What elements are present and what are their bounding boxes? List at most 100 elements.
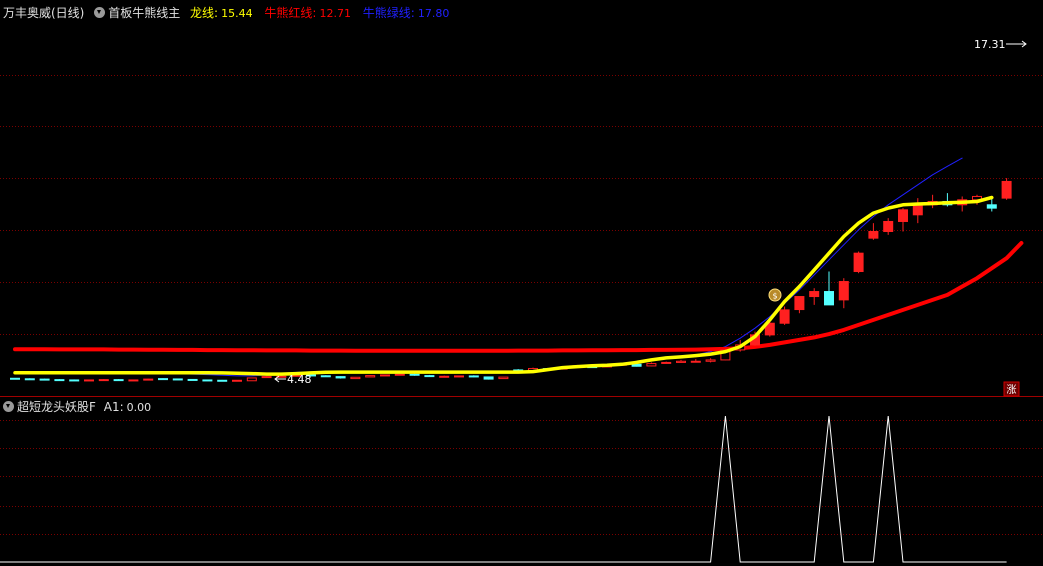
indicator-name[interactable]: 首板牛熊线主 bbox=[108, 6, 180, 20]
candle[interactable] bbox=[883, 218, 894, 235]
candle-body bbox=[128, 379, 139, 382]
candle[interactable] bbox=[158, 378, 168, 381]
candle-body bbox=[158, 378, 168, 381]
stock-name[interactable]: 万丰奥威(日线) bbox=[3, 6, 84, 20]
candle-body bbox=[779, 309, 790, 324]
long-line-value: 15.44 bbox=[221, 7, 253, 20]
candle[interactable] bbox=[809, 288, 820, 305]
candle-body bbox=[187, 378, 198, 381]
candle[interactable] bbox=[794, 296, 805, 314]
candle[interactable] bbox=[927, 194, 938, 209]
red-line-label: 牛熊红线: bbox=[264, 6, 317, 20]
candle[interactable] bbox=[246, 377, 257, 382]
candle[interactable] bbox=[24, 378, 35, 381]
high-price-marker: 17.31 bbox=[974, 38, 1027, 51]
candle[interactable] bbox=[172, 378, 183, 381]
sub-indicator-dropdown-icon[interactable] bbox=[3, 401, 14, 412]
candle[interactable] bbox=[483, 376, 494, 380]
candle[interactable] bbox=[705, 358, 716, 363]
candle[interactable] bbox=[409, 373, 420, 376]
candle[interactable] bbox=[498, 376, 509, 380]
candle[interactable] bbox=[380, 374, 390, 377]
candle-body bbox=[883, 220, 894, 232]
candle-body bbox=[202, 379, 213, 382]
candle[interactable] bbox=[217, 379, 228, 382]
candle[interactable] bbox=[232, 379, 242, 382]
candle[interactable] bbox=[439, 375, 450, 378]
candle-body bbox=[912, 204, 923, 216]
candle[interactable] bbox=[365, 375, 376, 378]
candle[interactable] bbox=[261, 376, 272, 379]
candle[interactable] bbox=[10, 377, 20, 380]
candle[interactable] bbox=[898, 208, 908, 232]
candle[interactable] bbox=[202, 379, 213, 382]
candle-body bbox=[838, 281, 849, 301]
candle[interactable] bbox=[113, 379, 124, 382]
candle[interactable] bbox=[454, 375, 464, 378]
candle-body bbox=[350, 376, 361, 380]
candle-body bbox=[454, 375, 464, 378]
candle[interactable] bbox=[54, 379, 65, 382]
candle[interactable] bbox=[868, 223, 879, 240]
rise-badge[interactable]: 涨 bbox=[1003, 381, 1020, 397]
candle-body bbox=[84, 379, 94, 382]
candle[interactable] bbox=[690, 359, 701, 363]
candle[interactable] bbox=[912, 198, 923, 224]
candle-body bbox=[676, 360, 686, 363]
candle[interactable] bbox=[1001, 178, 1012, 200]
candle-body bbox=[498, 376, 509, 380]
rise-badge-label: 涨 bbox=[1007, 384, 1017, 396]
candle[interactable] bbox=[676, 359, 686, 363]
candle[interactable] bbox=[779, 306, 790, 325]
sub-grid bbox=[0, 420, 1043, 535]
candle[interactable] bbox=[187, 378, 198, 381]
candle-body bbox=[409, 373, 420, 376]
svg-text:$: $ bbox=[772, 292, 777, 301]
candle-body bbox=[261, 376, 272, 379]
long-line-label: 龙线: bbox=[190, 6, 219, 20]
blue-line-label: 牛熊绿线: bbox=[362, 6, 415, 20]
candle-body bbox=[217, 379, 228, 382]
indicator-dropdown-icon[interactable] bbox=[94, 7, 106, 18]
signal-line bbox=[0, 415, 1007, 563]
candle-body bbox=[380, 374, 390, 377]
candle[interactable] bbox=[320, 375, 331, 378]
candle[interactable] bbox=[661, 361, 672, 364]
candle[interactable] bbox=[853, 251, 864, 274]
candle-body bbox=[39, 378, 50, 381]
candle[interactable] bbox=[98, 379, 109, 382]
candle[interactable] bbox=[128, 379, 139, 382]
candle[interactable] bbox=[394, 373, 405, 376]
candle[interactable] bbox=[424, 374, 435, 378]
candle[interactable] bbox=[350, 376, 361, 380]
candle-body bbox=[439, 375, 450, 378]
candle-body bbox=[794, 296, 805, 311]
candle[interactable] bbox=[335, 376, 346, 379]
candle-body bbox=[646, 363, 657, 367]
red-line-value: 12.71 bbox=[319, 7, 351, 20]
money-bag-icon[interactable]: $ bbox=[768, 288, 782, 302]
candle[interactable] bbox=[143, 378, 154, 381]
candle[interactable] bbox=[84, 379, 94, 382]
candle-body bbox=[113, 379, 124, 382]
candle[interactable] bbox=[824, 271, 834, 306]
candle[interactable] bbox=[69, 379, 80, 382]
sub-panel-header: 超短龙头妖股F A1: 0.00 bbox=[3, 399, 151, 416]
candle-body bbox=[143, 378, 154, 381]
candle-body bbox=[365, 375, 376, 378]
candle-body bbox=[483, 376, 494, 380]
main-grid bbox=[0, 75, 1043, 335]
candle[interactable] bbox=[468, 375, 479, 378]
candle-body bbox=[24, 378, 35, 381]
candle-body bbox=[394, 373, 405, 376]
signal-path bbox=[0, 415, 1007, 563]
candle-body bbox=[424, 375, 435, 378]
candle[interactable] bbox=[646, 362, 657, 367]
sub-indicator-name[interactable]: 超短龙头妖股F bbox=[17, 400, 96, 414]
candle-body bbox=[246, 377, 257, 382]
candle[interactable] bbox=[39, 378, 50, 381]
candle-body bbox=[705, 359, 716, 362]
kline-chart[interactable]: 4.48 17.31 $ 涨 bbox=[0, 0, 1043, 566]
candle-body bbox=[1001, 180, 1012, 199]
candle[interactable] bbox=[838, 278, 849, 309]
